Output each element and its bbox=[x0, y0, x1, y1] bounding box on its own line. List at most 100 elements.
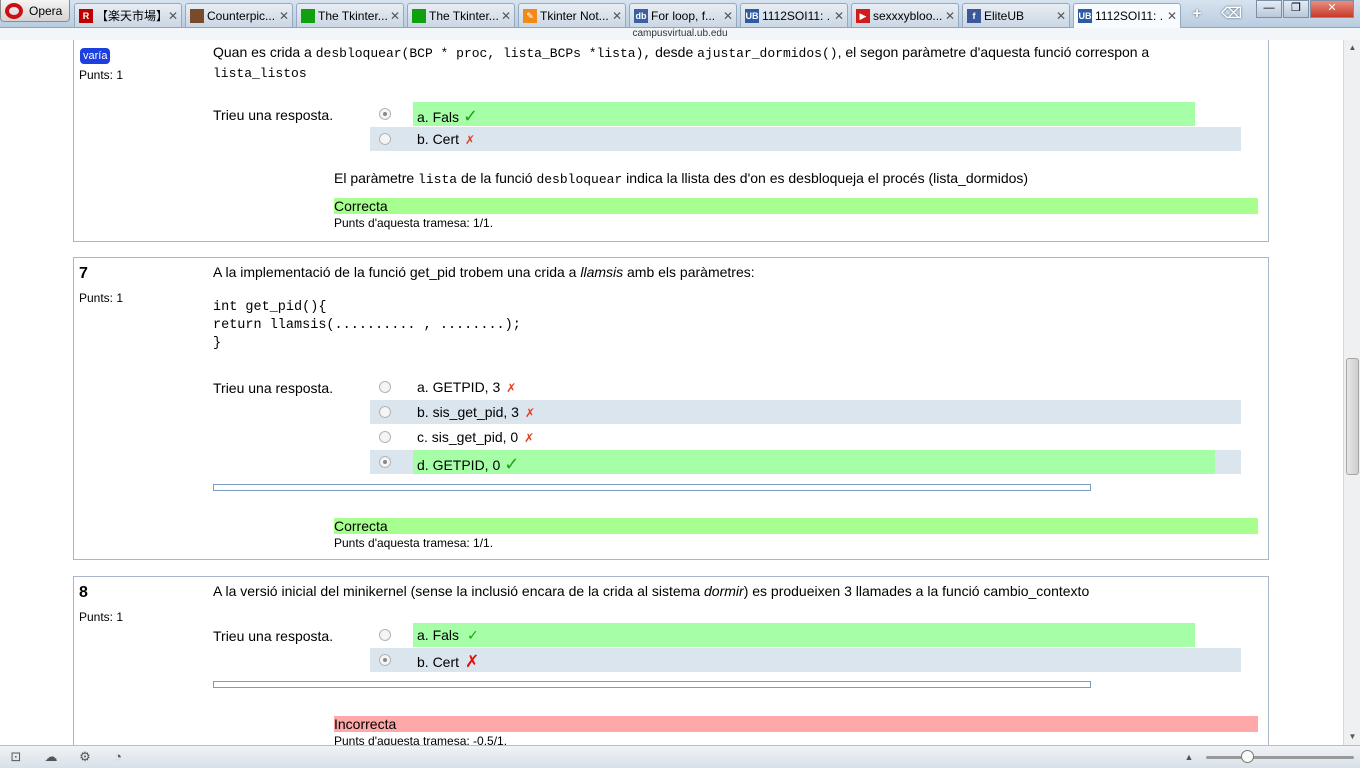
question-points-label: Punts: 1 bbox=[79, 68, 124, 82]
question-code: desbloquear(BCP * proc, lista_BCPs *list… bbox=[315, 46, 652, 61]
grade-status: Incorrecta bbox=[334, 716, 1258, 732]
ub-icon: UB bbox=[1078, 9, 1092, 23]
question-code: ajustar_dormidos() bbox=[697, 46, 838, 61]
answer-option[interactable]: a. Fals ✓ bbox=[370, 623, 1241, 647]
answer-option[interactable]: b. Cert ✗ bbox=[370, 648, 1241, 672]
answer-option-label: b. sis_get_pid, 3 ✗ bbox=[417, 404, 536, 420]
tab-close-icon[interactable]: ✕ bbox=[1053, 9, 1069, 23]
answer-option[interactable]: a. Fals ✓ bbox=[370, 102, 1241, 126]
question-8: 8 Punts: 1 A la versió inicial del minik… bbox=[73, 576, 1269, 745]
answer-option-label: c. sis_get_pid, 0 ✗ bbox=[417, 429, 535, 445]
address-bar[interactable]: campusvirtual.ub.edu bbox=[0, 28, 1360, 40]
question-7: 7 Punts: 1 A la implementació de la func… bbox=[73, 257, 1269, 560]
code-snippet: int get_pid(){ return llamsis(..........… bbox=[213, 299, 521, 353]
browser-tab-title: 1112SOI11: ... bbox=[762, 8, 831, 23]
answer-radio[interactable] bbox=[379, 431, 391, 443]
correct-check-icon: ✓ bbox=[463, 106, 479, 126]
tab-close-icon[interactable]: ✕ bbox=[276, 9, 292, 23]
answer-radio[interactable] bbox=[379, 629, 391, 641]
browser-tab[interactable]: f EliteUB ✕ bbox=[962, 3, 1070, 27]
correct-check-icon: ✓ bbox=[504, 454, 520, 474]
browser-tab[interactable]: ✎ Tkinter Not... ✕ bbox=[518, 3, 626, 27]
code-line: } bbox=[213, 336, 222, 351]
new-tab-icon[interactable]: + bbox=[1188, 5, 1206, 23]
tab-close-icon[interactable]: ✕ bbox=[498, 9, 514, 23]
question-code: lista_listos bbox=[213, 66, 307, 81]
points-awarded: Punts d'aquesta tramesa: -0.5/1. bbox=[334, 734, 508, 745]
incorrect-cross-icon: ✗ bbox=[524, 406, 536, 420]
answer-radio[interactable] bbox=[379, 133, 391, 145]
turbo-icon[interactable]: ⚙ bbox=[76, 749, 94, 765]
browser-tab-title: EliteUB bbox=[984, 8, 1025, 23]
scroll-up-arrow-icon[interactable]: ▲ bbox=[1344, 40, 1360, 56]
tab-close-icon[interactable]: ✕ bbox=[165, 9, 181, 23]
browser-tab[interactable]: ▶ sexxxybloo... ✕ bbox=[851, 3, 959, 27]
correct-check-icon: ✓ bbox=[467, 627, 479, 643]
browser-tab[interactable]: UB 1112SOI11: ... ✕ bbox=[1073, 3, 1181, 28]
question-text-part: , el segon paràmetre d'aquesta funció co… bbox=[837, 44, 1150, 60]
tab-close-icon[interactable]: ✕ bbox=[720, 9, 736, 23]
status-bar: ⊡ ☁ ⚙ ◔ ▲ bbox=[0, 745, 1360, 768]
browser-tab[interactable]: db For loop, f... ✕ bbox=[629, 3, 737, 27]
feedback-box bbox=[213, 681, 1091, 688]
code-line: int get_pid(){ bbox=[213, 300, 327, 315]
facebook-icon: f bbox=[967, 8, 981, 23]
answer-radio[interactable] bbox=[379, 108, 391, 120]
question-number-badge: varía bbox=[80, 48, 111, 64]
points-awarded: Punts d'aquesta tramesa: 1/1. bbox=[334, 216, 494, 230]
db-icon: db bbox=[634, 8, 648, 23]
browser-tab[interactable]: The Tkinter... ✕ bbox=[407, 3, 515, 27]
restore-window-icon[interactable]: ❐ bbox=[1283, 0, 1309, 18]
answer-option[interactable]: d. GETPID, 0 ✓ bbox=[370, 450, 1241, 474]
answer-option-label: a. GETPID, 3 ✗ bbox=[417, 379, 517, 395]
browser-tab[interactable]: UB 1112SOI11: ... ✕ bbox=[740, 3, 848, 27]
answer-option[interactable]: a. GETPID, 3 ✗ bbox=[370, 375, 1241, 399]
answer-option[interactable]: b. sis_get_pid, 3 ✗ bbox=[370, 400, 1241, 424]
tab-close-icon[interactable]: ✕ bbox=[1164, 9, 1180, 23]
opera-unite-icon[interactable]: ☁ bbox=[42, 749, 60, 765]
browser-tab-title: The Tkinter... bbox=[429, 8, 498, 23]
ub-icon: UB bbox=[745, 8, 759, 23]
opera-logo-icon bbox=[5, 2, 23, 19]
answer-radio[interactable] bbox=[379, 654, 391, 666]
browser-tab[interactable]: Counterpic... ✕ bbox=[185, 3, 293, 27]
opera-menu-button[interactable]: Opera bbox=[0, 0, 70, 22]
zoom-slider-handle[interactable] bbox=[1241, 750, 1254, 763]
panel-toggle-icon[interactable]: ⊡ bbox=[7, 749, 25, 765]
zoom-slider[interactable] bbox=[1206, 756, 1354, 759]
minimize-window-icon[interactable]: — bbox=[1256, 0, 1282, 18]
question-number: 7 bbox=[79, 265, 88, 282]
incorrect-cross-icon: ✗ bbox=[465, 652, 480, 671]
scrollbar-thumb[interactable] bbox=[1346, 358, 1359, 475]
tkinter-feather-icon: ✎ bbox=[523, 8, 537, 23]
close-window-icon[interactable]: ✕ bbox=[1310, 0, 1354, 18]
answer-radio[interactable] bbox=[379, 456, 391, 468]
vertical-scrollbar[interactable]: ▲ ▼ bbox=[1343, 40, 1360, 745]
tab-close-icon[interactable]: ✕ bbox=[831, 9, 847, 23]
answer-radio[interactable] bbox=[379, 406, 391, 418]
tab-close-icon[interactable]: ✕ bbox=[387, 9, 403, 23]
browser-tab[interactable]: The Tkinter... ✕ bbox=[296, 3, 404, 27]
green-square-icon bbox=[301, 8, 315, 23]
answer-option[interactable]: b. Cert ✗ bbox=[370, 127, 1241, 151]
zoom-menu-icon[interactable]: ▲ bbox=[1180, 749, 1198, 765]
question-text-part: desde bbox=[651, 44, 698, 60]
answer-prompt: Trieu una resposta. bbox=[213, 380, 334, 396]
selected-answer-highlight bbox=[413, 450, 1215, 474]
tab-close-icon[interactable]: ✕ bbox=[942, 9, 958, 23]
tab-close-icon[interactable]: ✕ bbox=[609, 9, 625, 23]
browser-tab[interactable]: R【楽天市場】...✕ bbox=[74, 3, 182, 27]
closed-tabs-trash-icon[interactable]: ⌫ bbox=[1221, 5, 1242, 23]
answer-option[interactable]: c. sis_get_pid, 0 ✗ bbox=[370, 425, 1241, 449]
answer-option-label: b. Cert ✗ bbox=[417, 652, 480, 671]
speed-dial-icon[interactable]: ◔ bbox=[109, 749, 127, 765]
browser-tab-title: The Tkinter... bbox=[318, 8, 387, 23]
points-awarded: Punts d'aquesta tramesa: 1/1. bbox=[334, 536, 494, 550]
photo-icon bbox=[190, 8, 204, 23]
green-square-icon bbox=[412, 8, 426, 23]
scroll-down-arrow-icon[interactable]: ▼ bbox=[1344, 729, 1360, 745]
question-number: 8 bbox=[79, 584, 88, 601]
question-text: Quan es crida a desbloquear(BCP * proc, … bbox=[213, 43, 1258, 83]
answer-radio[interactable] bbox=[379, 381, 391, 393]
browser-tab-title: sexxxybloo... bbox=[873, 8, 942, 23]
